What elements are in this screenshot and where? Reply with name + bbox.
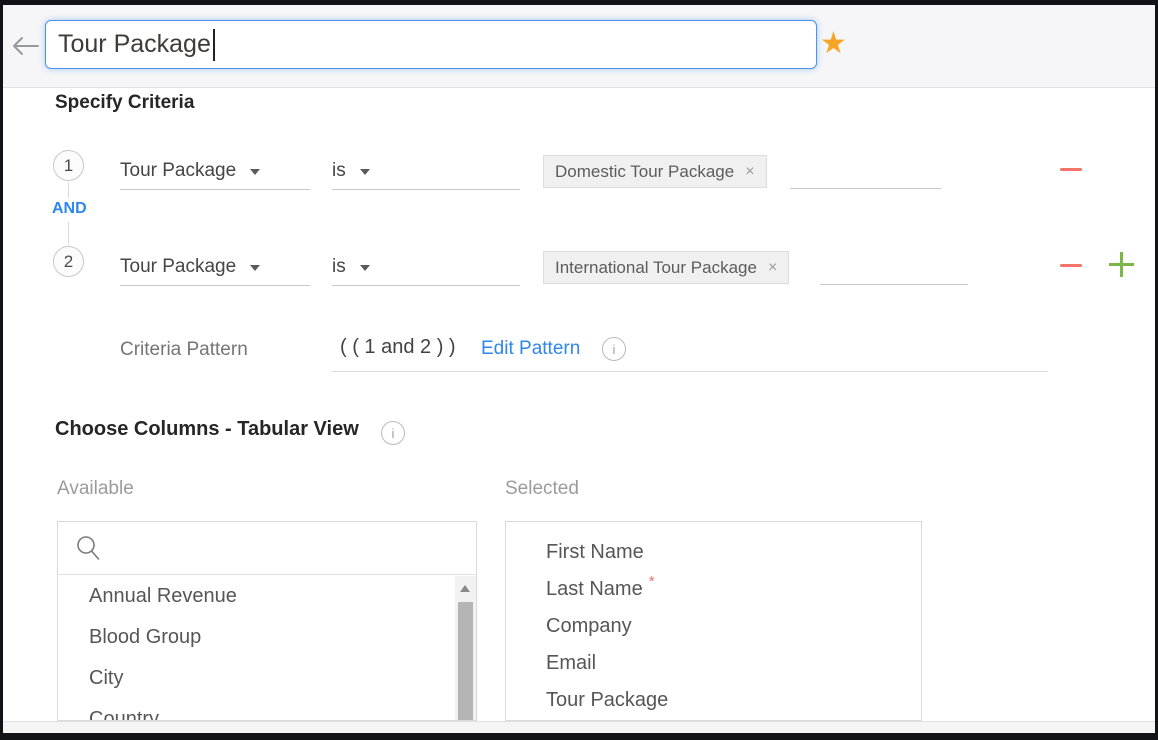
criteria-value-tag: International Tour Package × [543,251,789,284]
text-cursor [213,29,215,61]
criteria-pattern-value: ( ( 1 and 2 ) ) [340,336,456,359]
column-label: First Name [546,541,644,564]
pattern-underline [332,371,1048,372]
remove-tag-icon[interactable]: × [768,259,777,277]
criteria-pattern-label: Criteria Pattern [120,339,248,361]
operator-dropdown-value: is [332,256,346,278]
list-item[interactable]: Company [506,609,921,646]
operator-dropdown-value: is [332,160,346,182]
back-arrow-icon[interactable] [11,36,41,56]
view-name-value: Tour Package [58,30,211,59]
list-item[interactable]: Tour Package [506,683,921,720]
selected-label: Selected [505,478,579,500]
available-search-input[interactable] [58,522,476,575]
available-columns-panel: Annual Revenue Blood Group City Country [57,521,477,721]
tag-label: International Tour Package [555,258,757,278]
favorite-star-icon[interactable]: ★ [820,28,847,60]
chevron-down-icon [250,169,260,175]
field-dropdown-row1[interactable]: Tour Package [120,152,310,190]
operator-dropdown-row1[interactable]: is [332,152,520,190]
criteria-connector-line [68,182,69,198]
field-dropdown-value: Tour Package [120,256,236,278]
view-name-input[interactable]: Tour Package [45,20,817,69]
available-label: Available [57,478,134,500]
chevron-down-icon [360,265,370,271]
required-mark: * [649,573,655,590]
criteria-row-number: 2 [53,246,84,277]
chevron-down-icon [360,169,370,175]
column-label: Last Name [546,578,643,601]
selected-columns-panel: First Name Last Name * Company Email Tour… [505,521,922,721]
list-item[interactable]: First Name [506,535,921,572]
column-label: Company [546,615,632,638]
specify-criteria-heading: Specify Criteria [55,92,194,114]
scrollbar-thumb[interactable] [458,602,473,721]
column-label: Email [546,652,596,675]
info-icon[interactable]: i [602,337,626,361]
remove-criteria-row1-icon[interactable] [1060,168,1082,171]
list-item[interactable]: Annual Revenue [58,576,455,617]
search-icon [75,535,102,562]
list-item[interactable]: Blood Group [58,617,455,658]
criteria-connector-line [68,222,69,245]
field-dropdown-row2[interactable]: Tour Package [120,248,310,286]
field-dropdown-value: Tour Package [120,160,236,182]
criteria-row-number: 1 [53,150,84,181]
add-criteria-icon[interactable] [1109,252,1134,277]
value-input-row2[interactable] [820,284,968,285]
list-item[interactable]: Email [506,646,921,683]
remove-tag-icon[interactable]: × [745,163,754,181]
edit-pattern-link[interactable]: Edit Pattern [481,338,580,360]
operator-dropdown-row2[interactable]: is [332,248,520,286]
list-item[interactable]: Country [58,699,455,720]
list-item[interactable]: Last Name * [506,572,921,609]
chevron-down-icon [250,265,260,271]
available-scrollbar[interactable] [455,576,476,720]
tag-label: Domestic Tour Package [555,162,734,182]
info-icon[interactable]: i [381,421,405,445]
list-item[interactable]: City [58,658,455,699]
value-input-row1[interactable] [790,188,941,189]
custom-view-editor: Tour Package ★ Specify Criteria 1 Tour P… [0,0,1158,740]
header-bar: Tour Package ★ [0,0,1158,88]
criteria-value-tag: Domestic Tour Package × [543,155,767,188]
column-label: Tour Package [546,689,668,712]
remove-criteria-row2-icon[interactable] [1060,264,1082,267]
criteria-conjunction[interactable]: AND [52,200,87,218]
available-columns-list: Annual Revenue Blood Group City Country [58,576,455,720]
footer-strip [0,721,1158,733]
choose-columns-heading: Choose Columns - Tabular View [55,418,359,441]
selected-columns-list: First Name Last Name * Company Email Tour… [506,535,921,720]
scroll-up-icon[interactable] [460,585,470,592]
